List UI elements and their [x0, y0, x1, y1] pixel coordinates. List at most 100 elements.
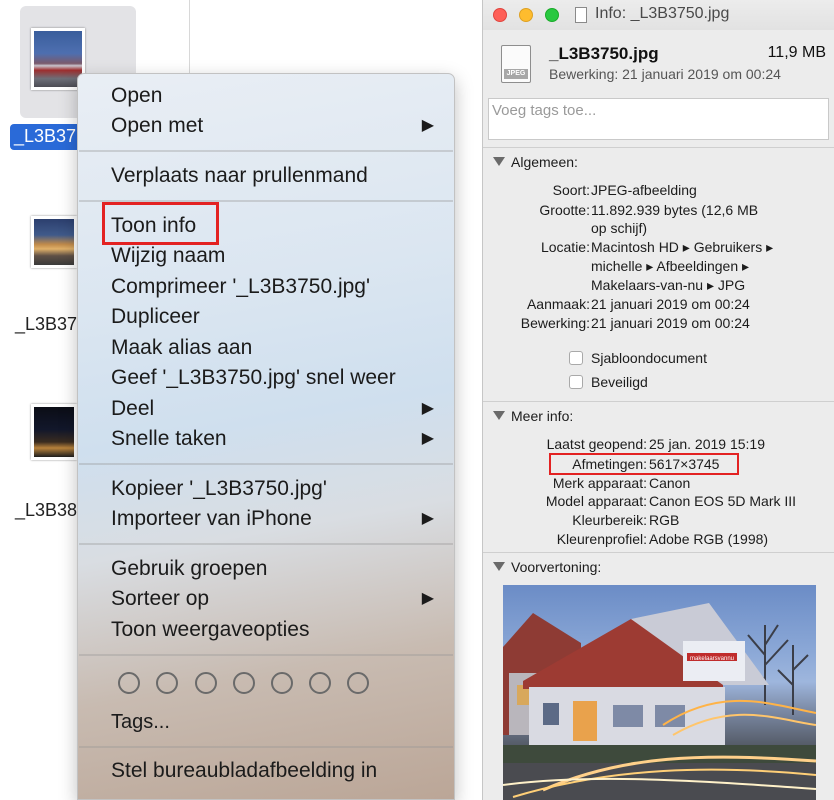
- title-bar[interactable]: Info: _L3B3750.jpg: [483, 0, 834, 30]
- menu-item-share[interactable]: Deel ▶: [111, 394, 438, 424]
- info-value-modified: 21 januari 2019 om 00:24: [591, 315, 750, 331]
- file-label[interactable]: _L3B37: [15, 314, 77, 335]
- disclosure-triangle-icon[interactable]: [493, 562, 505, 571]
- info-value-device-model: Canon EOS 5D Mark III: [649, 493, 797, 509]
- file-thumbnail[interactable]: [31, 216, 77, 268]
- checkbox-label: Sjabloondocument: [591, 350, 707, 366]
- section-header-more-info[interactable]: Meer info:: [493, 408, 573, 424]
- tag-color-circle[interactable]: [347, 672, 369, 694]
- section-header-general[interactable]: Algemeen:: [493, 154, 578, 170]
- submenu-arrow-icon: ▶: [421, 430, 434, 447]
- section-header-preview[interactable]: Voorvertoning:: [493, 559, 601, 575]
- info-key-device-make: Merk apparaat:: [552, 475, 647, 491]
- menu-item-show-view-options[interactable]: Toon weergaveopties: [111, 615, 438, 645]
- menu-item-duplicate[interactable]: Dupliceer: [111, 302, 438, 332]
- jpeg-badge: JPEG: [504, 69, 528, 79]
- preview-image: makelaarsvannu: [503, 585, 816, 800]
- stationery-pad-checkbox[interactable]: [569, 351, 583, 365]
- tag-color-circle[interactable]: [309, 672, 331, 694]
- file-thumbnail[interactable]: [31, 404, 77, 460]
- submenu-arrow-icon: ▶: [421, 117, 434, 134]
- menu-item-set-desktop-picture[interactable]: Stel bureaubladafbeelding in: [111, 756, 438, 786]
- file-size: 11,9 MB: [767, 44, 826, 61]
- menu-item-label: Wijzig naam: [111, 244, 226, 267]
- menu-item-make-alias[interactable]: Maak alias aan: [111, 333, 438, 363]
- tag-color-circle[interactable]: [271, 672, 293, 694]
- menu-item-label: Snelle taken: [111, 427, 227, 450]
- menu-item-move-to-trash[interactable]: Verplaats naar prullenmand: [111, 161, 438, 191]
- annotation-highlight-box: [549, 453, 739, 475]
- menu-item-use-stacks[interactable]: Gebruik groepen: [111, 554, 438, 584]
- info-value-location-cont: Makelaars-van-nu ▸ JPG: [591, 277, 746, 293]
- info-value-location-cont: michelle ▸ Afbeeldingen ▸: [591, 258, 750, 274]
- menu-item-label: Open: [111, 84, 163, 107]
- menu-item-label: Stel bureaubladafbeelding in: [111, 759, 378, 782]
- tag-color-circle[interactable]: [195, 672, 217, 694]
- menu-item-copy[interactable]: Kopieer '_L3B3750.jpg': [111, 474, 438, 504]
- menu-item-label: Kopieer '_L3B3750.jpg': [111, 477, 327, 500]
- tag-color-circle[interactable]: [118, 672, 140, 694]
- info-value-kind: JPEG-afbeelding: [591, 182, 697, 198]
- section-divider: [483, 147, 834, 148]
- submenu-arrow-icon: ▶: [421, 400, 434, 417]
- finder-divider: [189, 0, 190, 80]
- tag-color-circle[interactable]: [156, 672, 178, 694]
- locked-checkbox[interactable]: [569, 375, 583, 389]
- file-label[interactable]: _L3B38: [15, 500, 77, 521]
- menu-separator: [79, 654, 453, 656]
- menu-item-label: Verplaats naar prullenmand: [111, 164, 368, 187]
- close-button[interactable]: [493, 8, 507, 22]
- preview-photo: makelaarsvannu: [503, 603, 816, 800]
- menu-item-tags[interactable]: Tags...: [111, 707, 438, 737]
- info-key-created: Aanmaak:: [526, 296, 590, 312]
- window-title: Info: _L3B3750.jpg: [595, 5, 730, 22]
- menu-item-quick-actions[interactable]: Snelle taken ▶: [111, 424, 438, 454]
- menu-item-quick-look[interactable]: Geef '_L3B3750.jpg' snel weer: [111, 363, 438, 393]
- menu-item-open-with[interactable]: Open met ▶: [111, 111, 438, 141]
- document-icon: [575, 7, 587, 23]
- submenu-arrow-icon: ▶: [421, 510, 434, 527]
- menu-item-label: Deel: [111, 397, 155, 420]
- section-title: Voorvertoning:: [511, 559, 602, 575]
- info-key-modified: Bewerking:: [520, 315, 590, 331]
- menu-item-label: Maak alias aan: [111, 336, 253, 359]
- menu-separator: [79, 746, 453, 748]
- menu-separator: [79, 150, 453, 152]
- tag-color-circle[interactable]: [233, 672, 255, 694]
- section-divider: [483, 552, 834, 553]
- info-value-location: Macintosh HD ▸ Gebruikers ▸: [591, 239, 774, 255]
- menu-item-import-from-iphone[interactable]: Importeer van iPhone ▶: [111, 504, 438, 534]
- annotation-highlight-box: [102, 202, 219, 245]
- preview-sign-text: makelaarsvannu: [690, 656, 734, 662]
- menu-item-open[interactable]: Open: [111, 81, 438, 111]
- minimize-button[interactable]: [519, 8, 533, 22]
- section-divider: [483, 401, 834, 402]
- submenu-arrow-icon: ▶: [421, 590, 434, 607]
- section-title: Algemeen:: [511, 154, 578, 170]
- menu-item-compress[interactable]: Comprimeer '_L3B3750.jpg': [111, 272, 438, 302]
- menu-item-label: Gebruik groepen: [111, 557, 268, 580]
- menu-item-label: Open met: [111, 114, 204, 137]
- menu-item-label: Sorteer op: [111, 587, 210, 610]
- info-key-color-profile: Kleurenprofiel:: [556, 531, 647, 547]
- info-value-color-profile: Adobe RGB (1998): [649, 531, 769, 547]
- info-key-size: Grootte:: [539, 202, 590, 218]
- disclosure-triangle-icon[interactable]: [493, 411, 505, 420]
- menu-item-rename[interactable]: Wijzig naam: [111, 241, 438, 271]
- tags-input[interactable]: Voeg tags toe...: [488, 98, 829, 140]
- info-window: Info: _L3B3750.jpg JPEG _L3B3750.jpg 11,…: [482, 0, 834, 800]
- zoom-button[interactable]: [545, 8, 559, 22]
- jpeg-file-icon: JPEG: [501, 45, 531, 83]
- menu-item-label: Importeer van iPhone: [111, 507, 312, 530]
- disclosure-triangle-icon[interactable]: [493, 157, 505, 166]
- menu-item-sort-by[interactable]: Sorteer op ▶: [111, 584, 438, 614]
- info-value-created: 21 januari 2019 om 00:24: [591, 296, 750, 312]
- info-key-kind: Soort:: [552, 182, 590, 198]
- menu-item-label: Comprimeer '_L3B3750.jpg': [111, 275, 370, 298]
- menu-separator: [79, 543, 453, 545]
- modified-date: Bewerking: 21 januari 2019 om 00:24: [549, 66, 781, 82]
- context-menu: Open Open met ▶ Verplaats naar prullenman…: [77, 73, 455, 800]
- menu-item-label: Tags...: [111, 711, 170, 733]
- file-label-selected[interactable]: _L3B37: [10, 124, 83, 150]
- checkbox-label: Beveiligd: [591, 374, 648, 390]
